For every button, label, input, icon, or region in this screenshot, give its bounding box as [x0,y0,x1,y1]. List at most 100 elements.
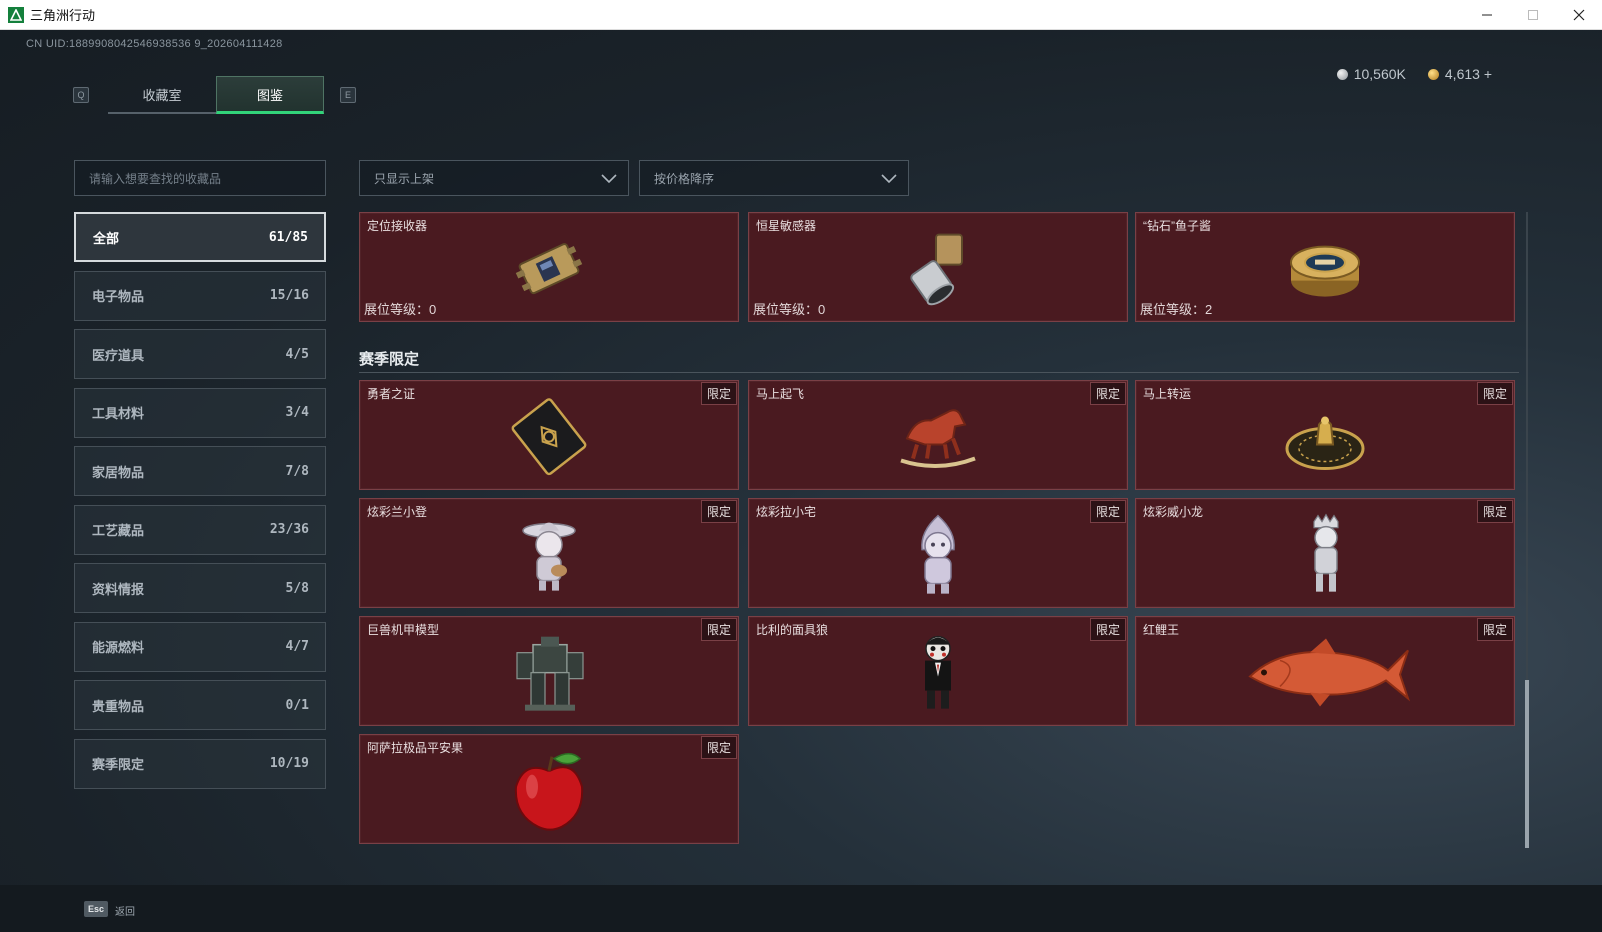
limited-badge: 限定 [1476,382,1513,405]
esc-key-hint[interactable]: Esc [84,901,108,917]
section-divider [359,372,1519,373]
collection-card[interactable]: 比利的面具狼 限定 [748,616,1128,726]
collection-card[interactable]: 马上转运 限定 [1135,380,1515,490]
item-name: 炫彩兰小登 [367,505,428,519]
sidebar-item-count: 61/85 [268,229,308,245]
puppet-doll-icon [925,635,951,709]
collection-card[interactable]: 马上起飞 限定 [748,380,1128,490]
item-name: 炫彩威小龙 [1143,505,1204,519]
maximize-icon [1528,10,1538,20]
limited-badge: 限定 [700,618,737,641]
collection-card[interactable]: 巨兽机甲模型 限定 [359,616,739,726]
search-input[interactable]: 请输入想要查找的收藏品 [74,160,326,196]
receiver-device-icon [515,243,583,295]
limited-badge: 限定 [1476,618,1513,641]
footer-bar [0,885,1602,932]
title-bar: 三角洲行动 [0,0,1602,30]
collection-card[interactable]: 红鲤王 限定 [1135,616,1515,726]
app-logo-icon [8,6,24,23]
prev-tab-key-hint[interactable]: Q [73,87,89,103]
sidebar-item-count: 7/8 [285,463,309,479]
sidebar-item-label: 赛季限定 [92,757,145,772]
minimize-icon [1482,14,1492,16]
collection-card[interactable]: 阿萨拉极品平安果 限定 [359,734,739,844]
display-level-label: 展位等级： [753,302,819,317]
silver-coin-icon [1336,68,1348,80]
mech-model-icon [516,636,584,711]
chevron-down-icon [881,174,897,184]
section-title: 赛季限定 [359,351,420,368]
display-level-value: 0 [429,302,437,317]
tab-collection-room[interactable]: 收藏室 [108,76,216,114]
item-name: 比利的面具狼 [756,623,829,637]
sidebar-item-season-limited[interactable]: 赛季限定 10/19 [74,738,326,789]
item-name: 炫彩拉小宅 [756,505,817,519]
sidebar-item-crafts[interactable]: 工艺藏品 23/36 [74,504,326,555]
maximize-button[interactable] [1510,0,1556,30]
sidebar-item-medical[interactable]: 医疗道具 4/5 [74,329,326,379]
sidebar-item-count: 5/8 [285,580,309,596]
sidebar-item-count: 0/1 [285,697,309,713]
scrollbar-thumb[interactable] [1525,680,1529,848]
limited-badge: 限定 [700,736,737,759]
sidebar-item-energy[interactable]: 能源燃料 4/7 [74,621,326,672]
item-name: 红鲤王 [1143,623,1180,637]
minimize-button[interactable] [1464,0,1510,30]
collection-card[interactable]: “钻石”鱼子酱 展位等级：2 [1135,212,1515,322]
shelf-filter-dropdown[interactable]: 只显示上架 [359,160,629,196]
sidebar-item-label: 家居物品 [92,464,145,480]
sidebar-item-label: 医疗道具 [92,347,145,363]
figure-hood-icon [921,514,955,594]
display-level-value: 0 [818,302,826,317]
star-sensor-icon [910,233,963,306]
sidebar-item-all[interactable]: 全部 61/85 [74,212,326,262]
item-name: 恒星敏感器 [756,219,817,233]
sidebar-item-label: 工具材料 [92,406,145,421]
back-label[interactable]: 返回 [115,903,135,918]
close-icon [1573,9,1585,21]
sidebar-item-label: 全部 [93,230,120,246]
sidebar-item-tools[interactable]: 工具材料 3/4 [74,387,326,438]
item-name: 阿萨拉极品平安果 [367,741,464,755]
red-apple-icon [514,752,584,831]
sidebar-item-count: 15/16 [269,288,309,303]
gold-currency[interactable]: 4,613 + [1427,66,1492,82]
sidebar-item-label: 贵重物品 [92,698,145,714]
main-tabs: 收藏室 图鉴 [108,76,324,114]
shelf-filter-value: 只显示上架 [374,171,435,186]
caviar-tin-icon [1290,245,1360,297]
currency-bar: 10,560K 4,613 + [1336,66,1492,82]
collection-card[interactable]: 炫彩威小龙 限定 [1135,498,1515,608]
tab-catalog[interactable]: 图鉴 [216,76,324,114]
gold-amount: 4,613 + [1444,66,1492,82]
item-name: 马上转运 [1143,387,1192,401]
sort-dropdown[interactable]: 按价格降序 [639,160,909,196]
collection-card[interactable]: 炫彩兰小登 限定 [359,498,739,608]
sidebar-item-valuables[interactable]: 贵重物品 0/1 [74,680,326,730]
limited-badge: 限定 [1089,500,1126,523]
item-name: 定位接收器 [367,219,428,233]
collection-card[interactable]: 恒星敏感器 展位等级：0 [748,212,1128,322]
collection-card[interactable]: 炫彩拉小宅 限定 [748,498,1128,608]
silver-currency: 10,560K [1336,66,1406,82]
limited-badge: 限定 [700,382,737,405]
display-level: 展位等级：0 [753,299,825,318]
collection-card[interactable]: 勇者之证 限定 [359,380,739,490]
sidebar-item-intel[interactable]: 资料情报 5/8 [74,563,326,613]
limited-badge: 限定 [1476,500,1513,523]
silver-amount: 10,560K [1353,66,1406,82]
display-level: 展位等级：2 [1140,299,1212,318]
sidebar-item-label: 工艺藏品 [92,523,145,538]
red-carp-icon [1248,638,1410,707]
sidebar-item-label: 资料情报 [92,581,145,597]
close-button[interactable] [1556,0,1602,30]
sidebar-item-count: 4/7 [285,639,309,654]
sidebar-item-electronics[interactable]: 电子物品 15/16 [74,270,326,321]
sidebar-item-household[interactable]: 家居物品 7/8 [74,446,326,496]
collection-card[interactable]: 定位接收器 展位等级：0 [359,212,739,322]
gold-coin-icon [1427,68,1439,80]
chevron-down-icon [601,174,617,184]
window-title: 三角洲行动 [30,8,96,23]
display-level-label: 展位等级： [364,302,430,317]
next-tab-key-hint[interactable]: E [340,87,356,103]
